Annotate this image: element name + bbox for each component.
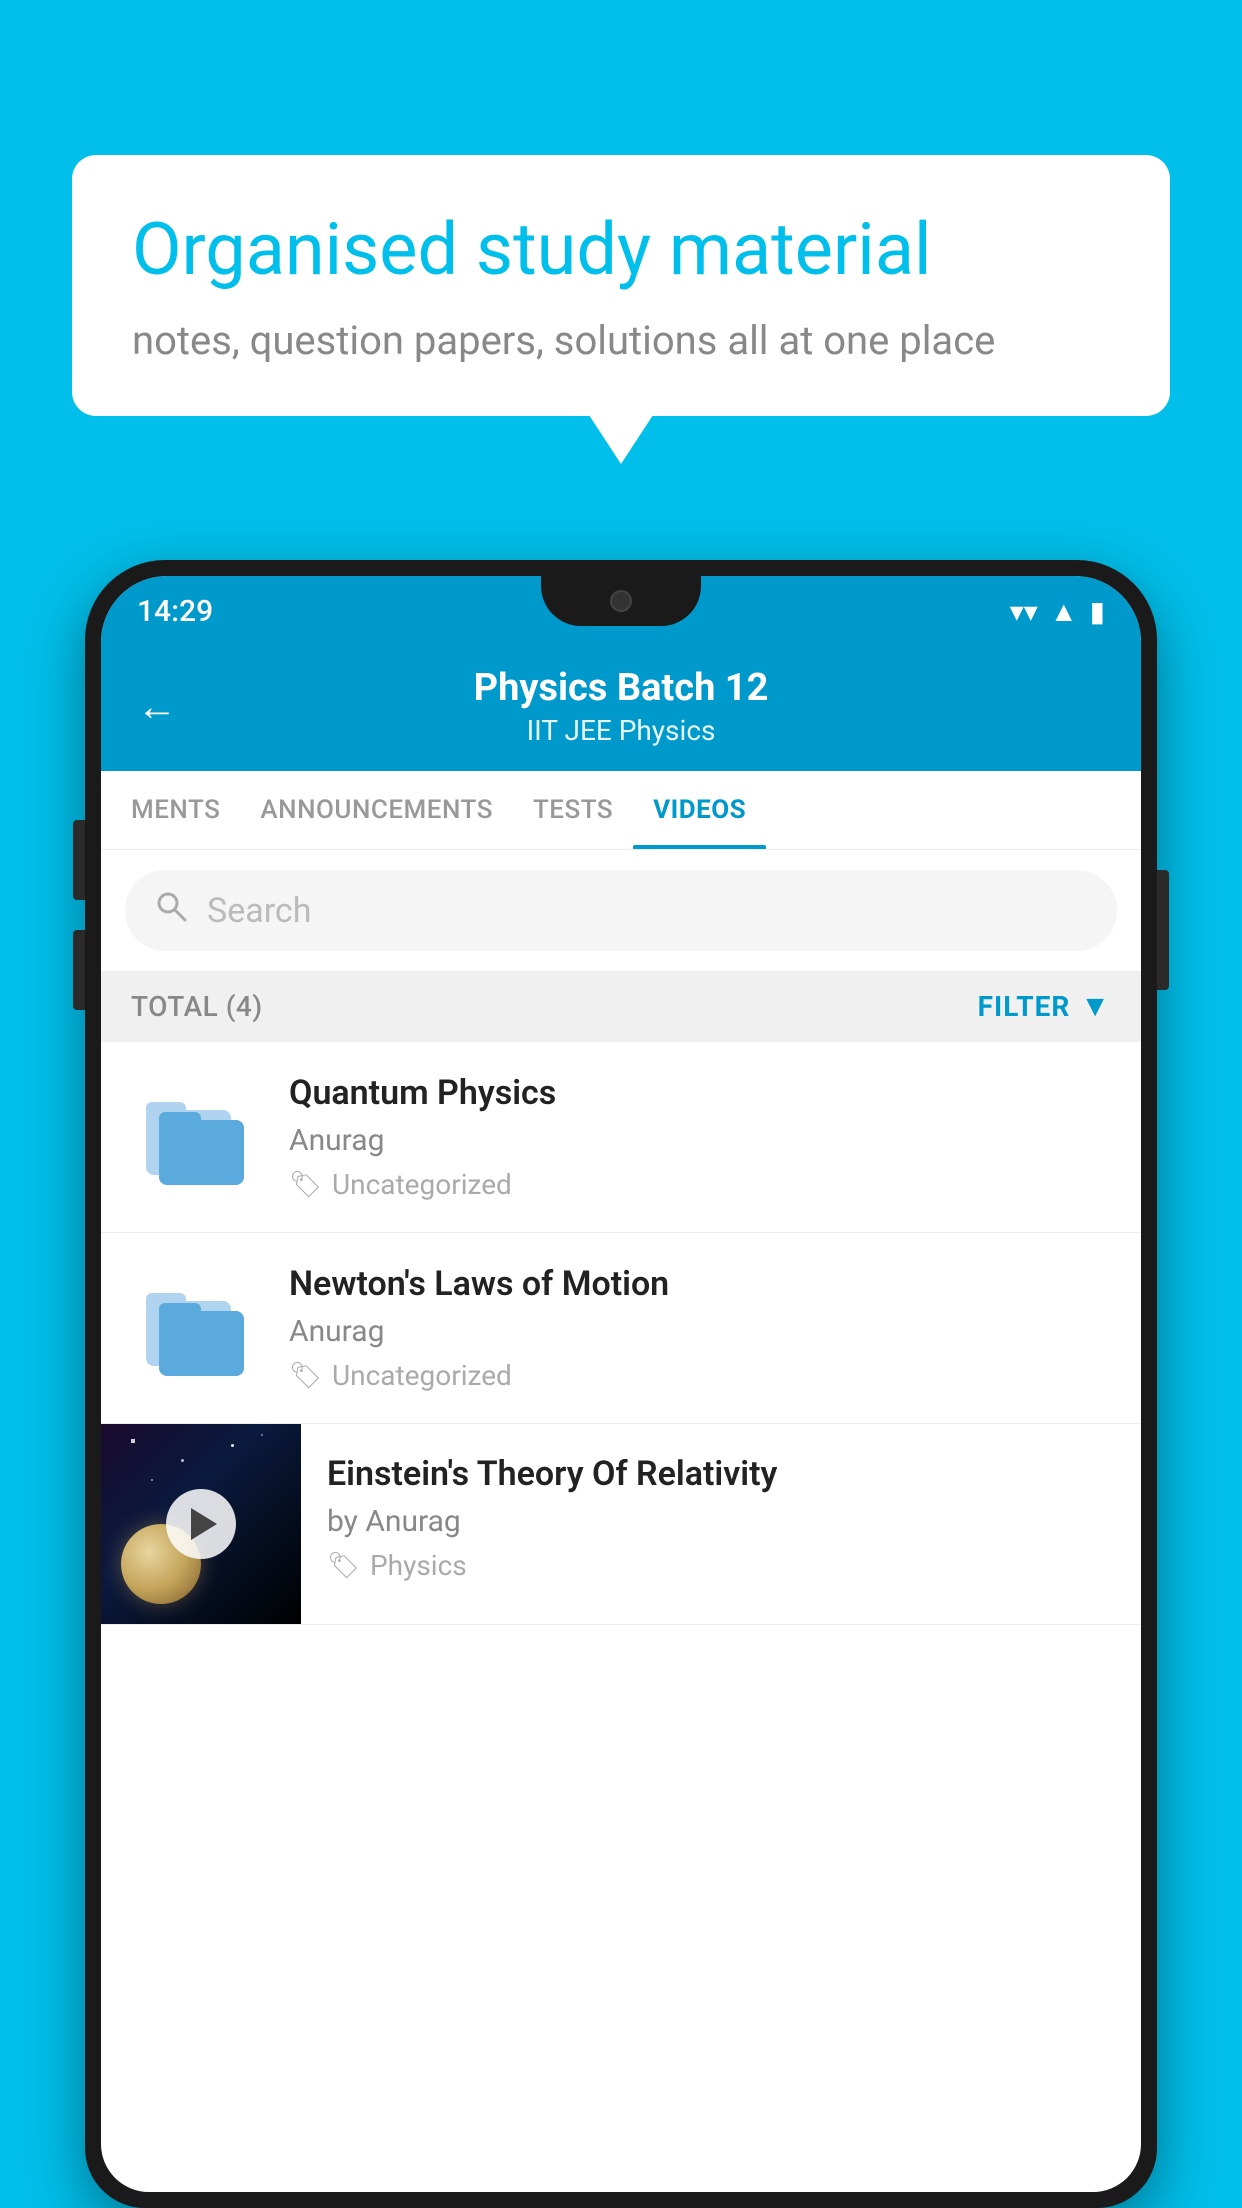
play-button[interactable] <box>166 1489 236 1559</box>
video-title: Newton's Laws of Motion <box>289 1264 1111 1304</box>
signal-icon: ▲ <box>1050 595 1078 628</box>
tabs-bar: MENTS ANNOUNCEMENTS TESTS VIDEOS <box>101 771 1141 850</box>
tag-icon: 🏷 <box>327 1551 360 1581</box>
total-count: TOTAL (4) <box>131 990 263 1023</box>
speech-bubble: Organised study material notes, question… <box>72 155 1170 416</box>
tag-label: Physics <box>370 1549 467 1582</box>
video-list: Quantum Physics Anurag 🏷 Uncategorized <box>101 1042 1141 1625</box>
video-title: Einstein's Theory Of Relativity <box>327 1454 1115 1494</box>
tag-label: Uncategorized <box>332 1359 512 1392</box>
list-item[interactable]: Quantum Physics Anurag 🏷 Uncategorized <box>101 1042 1141 1233</box>
back-button[interactable]: ← <box>137 683 177 730</box>
filter-row: TOTAL (4) FILTER ▼ <box>101 971 1141 1042</box>
filter-icon: ▼ <box>1080 989 1111 1024</box>
list-item[interactable]: Einstein's Theory Of Relativity by Anura… <box>101 1424 1141 1625</box>
video-title: Quantum Physics <box>289 1073 1111 1113</box>
tag-icon: 🏷 <box>289 1361 322 1391</box>
status-time: 14:29 <box>137 594 213 629</box>
video-info: Einstein's Theory Of Relativity by Anura… <box>301 1424 1141 1612</box>
filter-label: FILTER <box>978 990 1071 1023</box>
video-author: by Anurag <box>327 1504 1115 1539</box>
video-info: Newton's Laws of Motion Anurag 🏷 Uncateg… <box>289 1264 1111 1392</box>
tab-announcements[interactable]: ANNOUNCEMENTS <box>240 771 513 849</box>
battery-icon: ▮ <box>1090 595 1105 628</box>
video-info: Quantum Physics Anurag 🏷 Uncategorized <box>289 1073 1111 1201</box>
list-item[interactable]: Newton's Laws of Motion Anurag 🏷 Uncateg… <box>101 1233 1141 1424</box>
tab-ments[interactable]: MENTS <box>111 771 240 849</box>
wifi-icon: ▾▾ <box>1010 595 1038 628</box>
search-container: Search <box>101 850 1141 971</box>
search-placeholder: Search <box>207 891 311 931</box>
app-header: ← Physics Batch 12 IIT JEE Physics <box>101 646 1141 771</box>
search-icon <box>153 888 189 933</box>
tab-tests[interactable]: TESTS <box>513 771 633 849</box>
speech-bubble-title: Organised study material <box>132 207 1110 293</box>
phone-volume-up-button <box>73 820 85 900</box>
front-camera <box>610 590 632 612</box>
video-author: Anurag <box>289 1314 1111 1349</box>
status-bar: 14:29 ▾▾ ▲ ▮ <box>101 576 1141 646</box>
batch-title: Physics Batch 12 <box>201 666 1041 710</box>
tab-videos[interactable]: VIDEOS <box>633 771 766 849</box>
phone-screen: 14:29 ▾▾ ▲ ▮ ← Physics Batch 12 IIT JEE … <box>101 576 1141 2192</box>
batch-subtitle: IIT JEE Physics <box>201 714 1041 747</box>
folder-thumbnail <box>131 1263 261 1393</box>
video-thumbnail <box>101 1424 301 1624</box>
video-tag: 🏷 Physics <box>327 1549 1115 1582</box>
folder-thumbnail <box>131 1072 261 1202</box>
search-bar[interactable]: Search <box>125 870 1117 951</box>
speech-bubble-subtitle: notes, question papers, solutions all at… <box>132 317 1110 364</box>
video-author: Anurag <box>289 1123 1111 1158</box>
tag-icon: 🏷 <box>289 1170 322 1200</box>
video-tag: 🏷 Uncategorized <box>289 1359 1111 1392</box>
phone-power-button <box>1157 870 1169 990</box>
play-icon <box>191 1508 217 1540</box>
tag-label: Uncategorized <box>332 1168 512 1201</box>
phone-volume-down-button <box>73 930 85 1010</box>
video-tag: 🏷 Uncategorized <box>289 1168 1111 1201</box>
header-title-group: Physics Batch 12 IIT JEE Physics <box>201 666 1041 747</box>
filter-button[interactable]: FILTER ▼ <box>978 989 1111 1024</box>
speech-bubble-container: Organised study material notes, question… <box>72 155 1170 416</box>
phone-frame: 14:29 ▾▾ ▲ ▮ ← Physics Batch 12 IIT JEE … <box>85 560 1157 2208</box>
status-icons: ▾▾ ▲ ▮ <box>1010 595 1105 628</box>
phone-notch <box>541 576 701 626</box>
